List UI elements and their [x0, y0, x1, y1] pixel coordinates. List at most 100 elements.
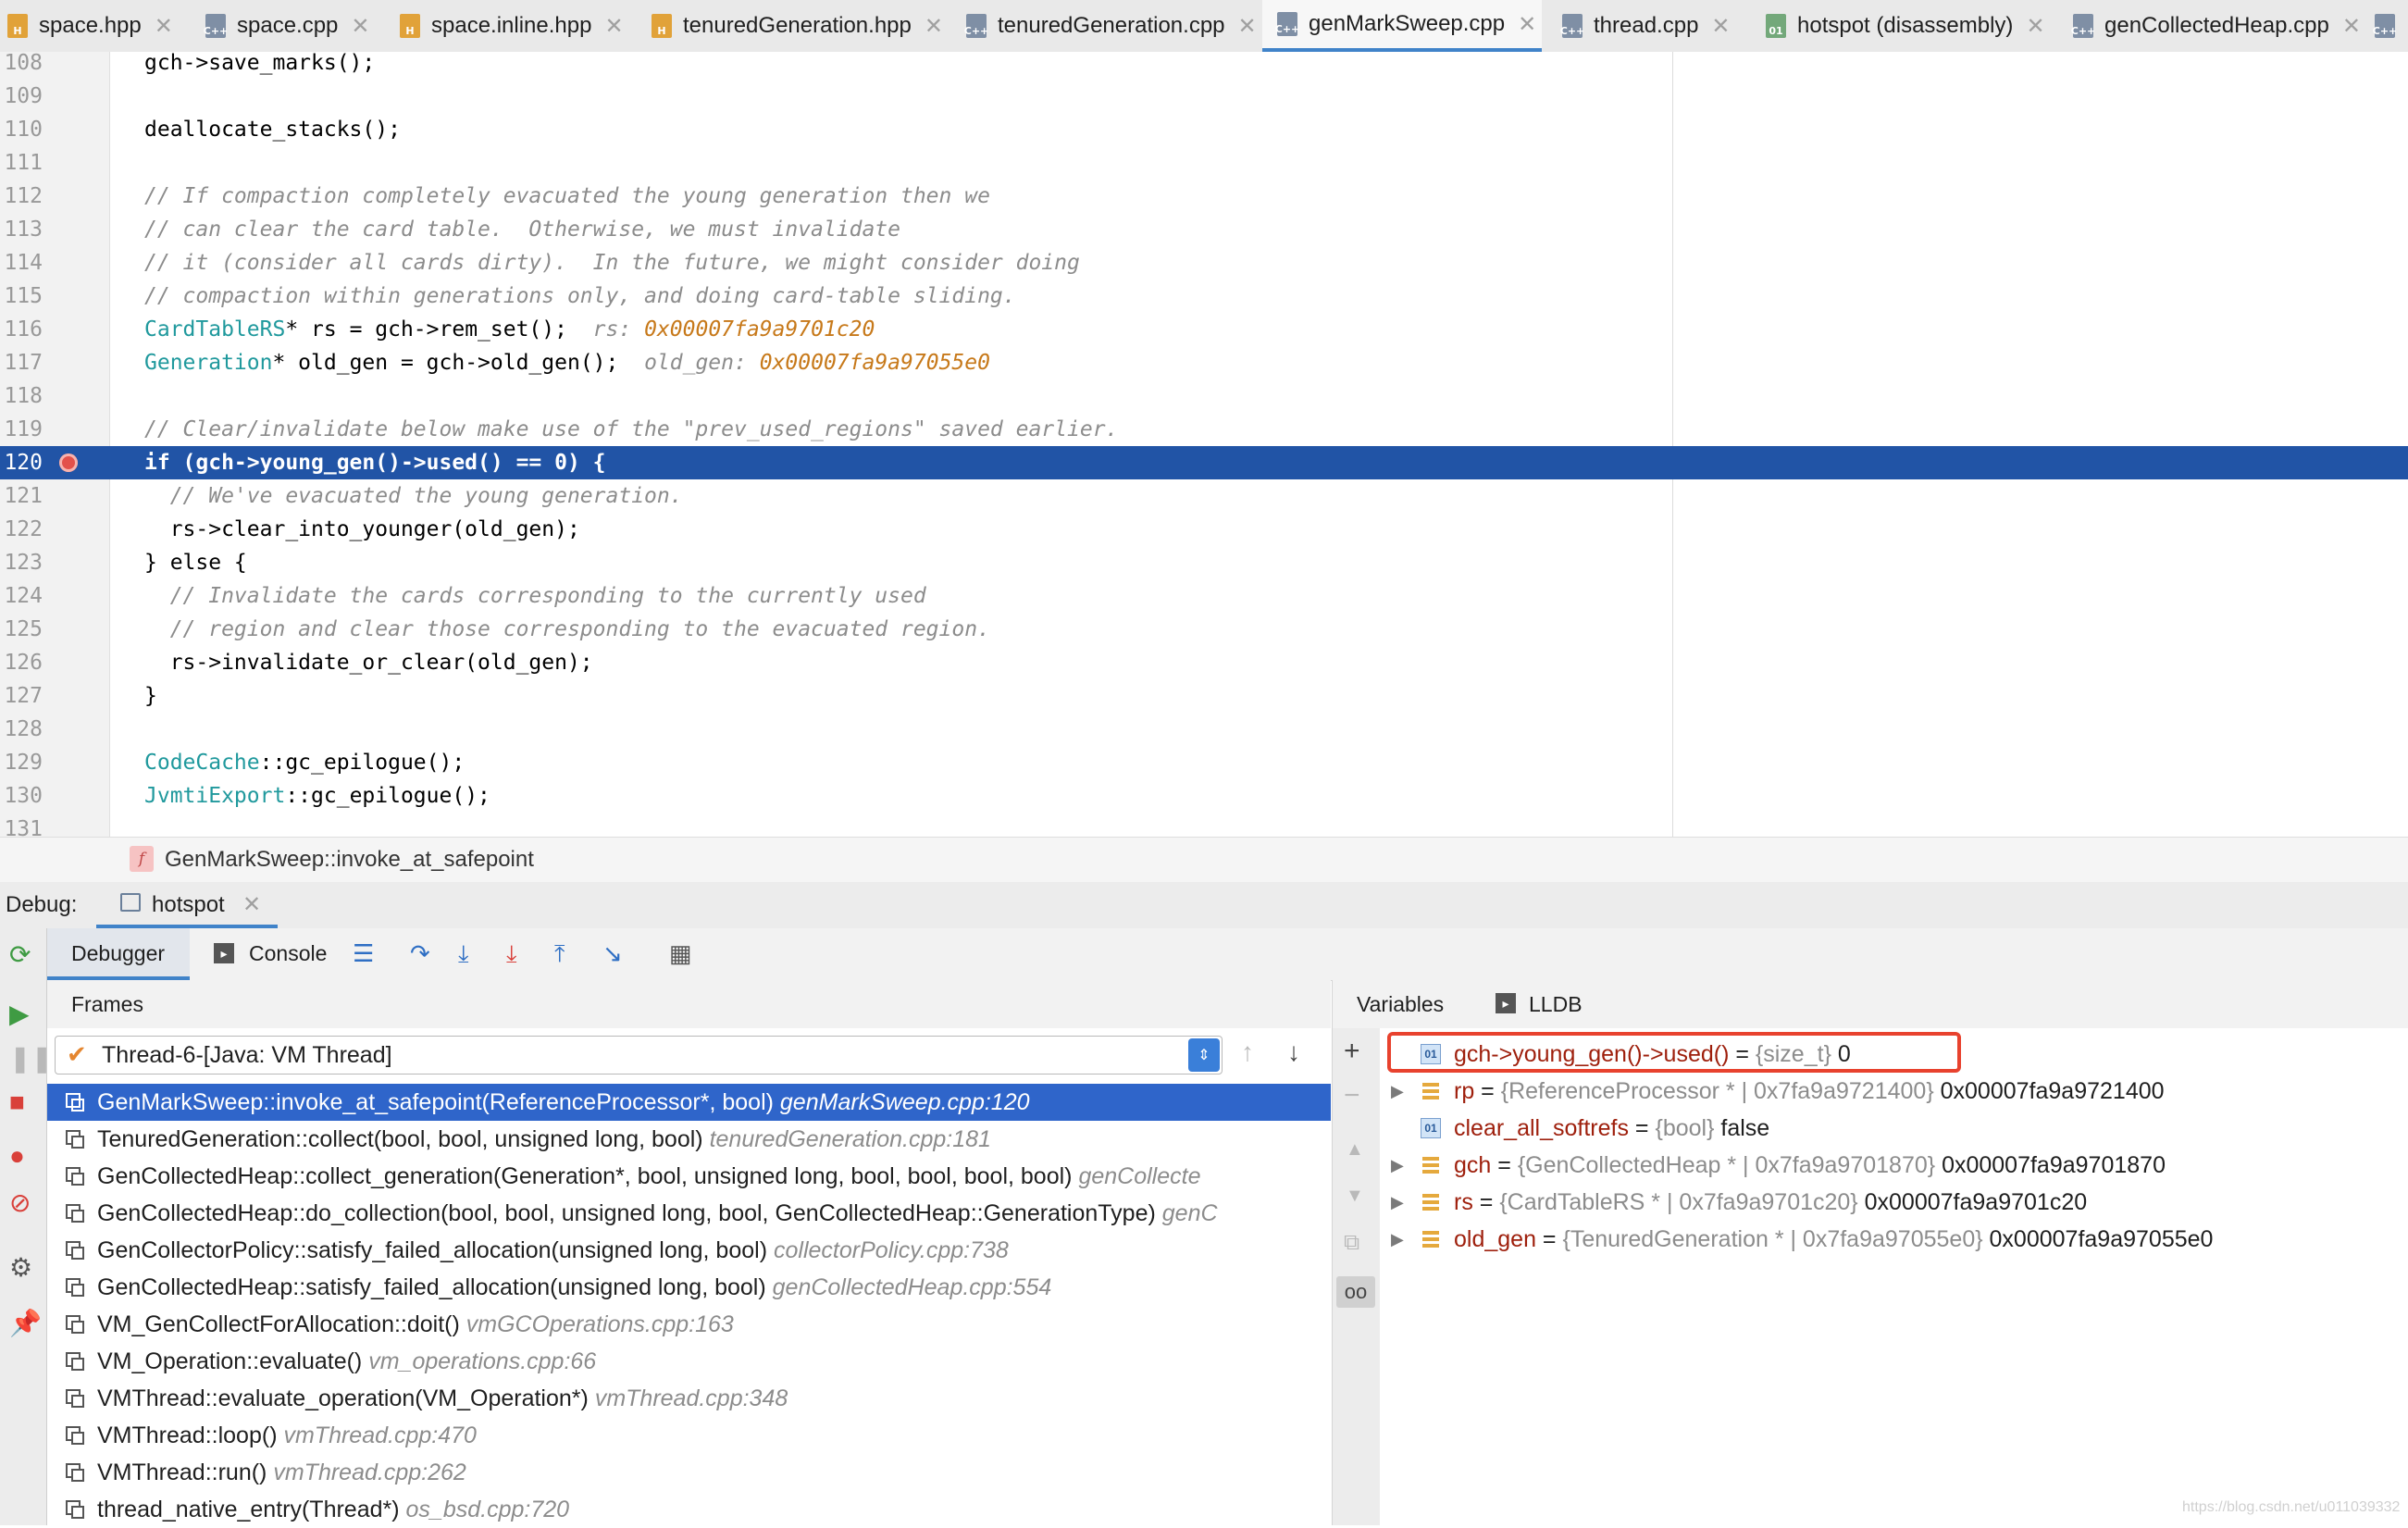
evaluate-expression-icon[interactable]: ▦ [669, 939, 692, 968]
variable-row[interactable]: 01 clear_all_softrefs = {bool} false [1380, 1110, 2408, 1147]
code-line[interactable]: 111 [0, 146, 2408, 180]
thread-selector[interactable]: ✔ Thread-6-[Java: VM Thread] ⇕ [55, 1036, 1223, 1075]
resume-icon[interactable]: ▶ [9, 999, 30, 1029]
code-line[interactable]: 115 // compaction within generations only… [0, 280, 2408, 313]
watches-glasses-icon[interactable]: oo [1336, 1276, 1375, 1308]
breadcrumb[interactable]: f GenMarkSweep::invoke_at_safepoint [0, 837, 2408, 883]
next-frame-arrow-icon[interactable]: ↓ [1287, 1037, 1300, 1067]
frame-row[interactable]: thread_native_entry(Thread*) os_bsd.cpp:… [47, 1491, 1331, 1528]
code-line[interactable]: 131 [0, 813, 2408, 837]
tab-thread-cpp[interactable]: C++ thread.cpp ✕ [1560, 0, 1731, 52]
tab-gencollectedheap-cpp[interactable]: C++ genCollectedHeap.cpp ✕ [2071, 0, 2361, 52]
frame-row[interactable]: GenCollectedHeap::satisfy_failed_allocat… [47, 1269, 1331, 1306]
rerun-icon[interactable]: ⟳ [9, 939, 31, 970]
stop-icon[interactable]: ■ [9, 1087, 25, 1117]
close-icon[interactable]: ✕ [155, 13, 173, 40]
pin-icon[interactable]: 📌 [9, 1308, 42, 1338]
close-icon[interactable]: ✕ [1238, 13, 1257, 40]
close-icon[interactable]: ✕ [242, 891, 261, 918]
code-line[interactable]: 114 // it (consider all cards dirty). In … [0, 246, 2408, 280]
code-line[interactable]: 118 [0, 379, 2408, 413]
previous-frame-arrow-icon[interactable]: ↑ [1241, 1037, 1254, 1067]
frame-row[interactable]: GenCollectorPolicy::satisfy_failed_alloc… [47, 1232, 1331, 1269]
tab-console-label: Console [249, 941, 328, 965]
pause-icon[interactable]: ❚❚ [9, 1043, 53, 1074]
step-over-icon[interactable]: ↷ [410, 939, 430, 968]
tab-space-cpp[interactable]: C++ space.cpp ✕ [204, 0, 370, 52]
copy-icon[interactable]: ⧉ [1344, 1230, 1359, 1256]
code-line[interactable]: 110 deallocate_stacks(); [0, 113, 2408, 146]
run-to-cursor-icon[interactable]: ↘ [602, 939, 623, 968]
code-editor[interactable]: 108 gch->save_marks(); 109 110 deallocate_st… [0, 52, 2408, 837]
tab-overflow[interactable]: C++ [2373, 0, 2406, 52]
tab-tenuredgeneration-hpp[interactable]: H tenuredGeneration.hpp ✕ [652, 0, 943, 52]
tab-debugger[interactable]: Debugger [47, 928, 190, 980]
code-line[interactable]: 121 // We've evacuated the young generat… [0, 479, 2408, 513]
remove-watch-icon[interactable]: − [1344, 1080, 1360, 1112]
tab-tenuredgeneration-cpp[interactable]: C++ tenuredGeneration.cpp ✕ [964, 0, 1257, 52]
variable-row[interactable]: 01 gch->young_gen()->used() = {size_t} 0 [1380, 1032, 2408, 1073]
tab-space-hpp[interactable]: H space.hpp ✕ [7, 0, 173, 52]
variable-row[interactable]: ▶ rs = {CardTableRS * | 0x7fa9a9701c20} 0… [1380, 1184, 2408, 1221]
frame-row[interactable]: VM_Operation::evaluate() vm_operations.c… [47, 1343, 1331, 1380]
tab-space-inline-hpp[interactable]: H space.inline.hpp ✕ [400, 0, 624, 52]
frame-row[interactable]: VM_GenCollectForAllocation::doit() vmGCO… [47, 1306, 1331, 1343]
show-execution-point-icon[interactable]: ☰ [353, 939, 374, 968]
frame-row[interactable]: VMThread::loop() vmThread.cpp:470 [47, 1417, 1331, 1454]
close-icon[interactable]: ✕ [2026, 13, 2044, 40]
close-icon[interactable]: ✕ [351, 13, 369, 40]
expand-arrow-icon[interactable]: ▶ [1391, 1221, 1404, 1258]
variable-row[interactable]: ▶ rp = {ReferenceProcessor * | 0x7fa9a972… [1380, 1073, 2408, 1110]
add-watch-icon[interactable]: + [1344, 1036, 1360, 1067]
code-line[interactable]: 129 CodeCache::gc_epilogue(); [0, 746, 2408, 779]
code-line[interactable]: 112 // If compaction completely evacuated… [0, 180, 2408, 213]
expand-arrow-icon[interactable]: ▶ [1391, 1184, 1404, 1221]
close-icon[interactable]: ✕ [1518, 11, 1536, 38]
code-line[interactable]: 108 gch->save_marks(); [0, 52, 2408, 80]
code-line[interactable]: 122 rs->clear_into_younger(old_gen); [0, 513, 2408, 546]
code-line[interactable]: 109 [0, 80, 2408, 113]
code-line[interactable]: 127} [0, 679, 2408, 713]
variable-row[interactable]: ▶ old_gen = {TenuredGeneration * | 0x7fa9… [1380, 1221, 2408, 1258]
settings-gear-icon[interactable]: ⚙ [9, 1252, 32, 1283]
close-icon[interactable]: ✕ [2342, 13, 2361, 40]
tab-variables[interactable]: Variables [1333, 980, 1462, 1028]
code-line[interactable]: 113 // can clear the card table. Otherwis… [0, 213, 2408, 246]
tab-lldb[interactable]: ▸ LLDB [1496, 980, 1616, 1028]
close-icon[interactable]: ✕ [925, 13, 943, 40]
view-breakpoints-icon[interactable]: ● [9, 1141, 25, 1171]
frame-row[interactable]: GenCollectedHeap::collect_generation(Gen… [47, 1158, 1331, 1195]
code-line[interactable]: 125 // region and clear those correspond… [0, 613, 2408, 646]
step-into-icon[interactable]: ⤓ [458, 939, 469, 969]
chevron-updown-icon[interactable]: ⇕ [1188, 1038, 1220, 1072]
frame-row[interactable]: GenMarkSweep::invoke_at_safepoint(Refere… [47, 1084, 1331, 1121]
code-line[interactable]: 116 CardTableRS* rs = gch->rem_set(); rs:… [0, 313, 2408, 346]
variable-row[interactable]: ▶ gch = {GenCollectedHeap * | 0x7fa9a9701… [1380, 1147, 2408, 1184]
code-line[interactable]: 130 JvmtiExport::gc_epilogue(); [0, 779, 2408, 813]
move-down-icon[interactable]: ▼ [1346, 1186, 1364, 1207]
frame-row[interactable]: GenCollectedHeap::do_collection(bool, bo… [47, 1195, 1331, 1232]
debug-session-tab[interactable]: hotspot ✕ [96, 882, 278, 928]
breadcrumb-label[interactable]: GenMarkSweep::invoke_at_safepoint [165, 847, 534, 873]
breakpoint-icon[interactable] [59, 453, 78, 472]
tab-hotspot-disassembly[interactable]: 01 hotspot (disassembly) ✕ [1766, 0, 2045, 52]
frame-row[interactable]: VMThread::evaluate_operation(VM_Operatio… [47, 1380, 1331, 1417]
expand-arrow-icon[interactable]: ▶ [1391, 1147, 1404, 1184]
code-line[interactable]: 128 [0, 713, 2408, 746]
code-line[interactable]: 117 Generation* old_gen = gch->old_gen();… [0, 346, 2408, 379]
code-line[interactable]: 126 rs->invalidate_or_clear(old_gen); [0, 646, 2408, 679]
force-step-into-icon[interactable]: ⤓ [506, 939, 517, 969]
step-out-icon[interactable]: ⤒ [554, 939, 565, 969]
code-line[interactable]: 119 // Clear/invalidate below make use of… [0, 413, 2408, 446]
code-line[interactable]: 123} else { [0, 546, 2408, 579]
frame-row[interactable]: TenuredGeneration::collect(bool, bool, u… [47, 1121, 1331, 1158]
code-line[interactable]: 120 if (gch->young_gen()->used() == 0) { [0, 446, 2408, 479]
code-line[interactable]: 124 // Invalidate the cards correspondin… [0, 579, 2408, 613]
close-icon[interactable]: ✕ [604, 13, 623, 40]
tab-genmarksweep-cpp[interactable]: C++ genMarkSweep.cpp ✕ [1262, 0, 1542, 52]
move-up-icon[interactable]: ▲ [1346, 1139, 1364, 1161]
mute-breakpoints-icon[interactable]: ⊘ [9, 1187, 31, 1218]
close-icon[interactable]: ✕ [1711, 13, 1730, 40]
frame-row[interactable]: VMThread::run() vmThread.cpp:262 [47, 1454, 1331, 1491]
expand-arrow-icon[interactable]: ▶ [1391, 1073, 1404, 1110]
